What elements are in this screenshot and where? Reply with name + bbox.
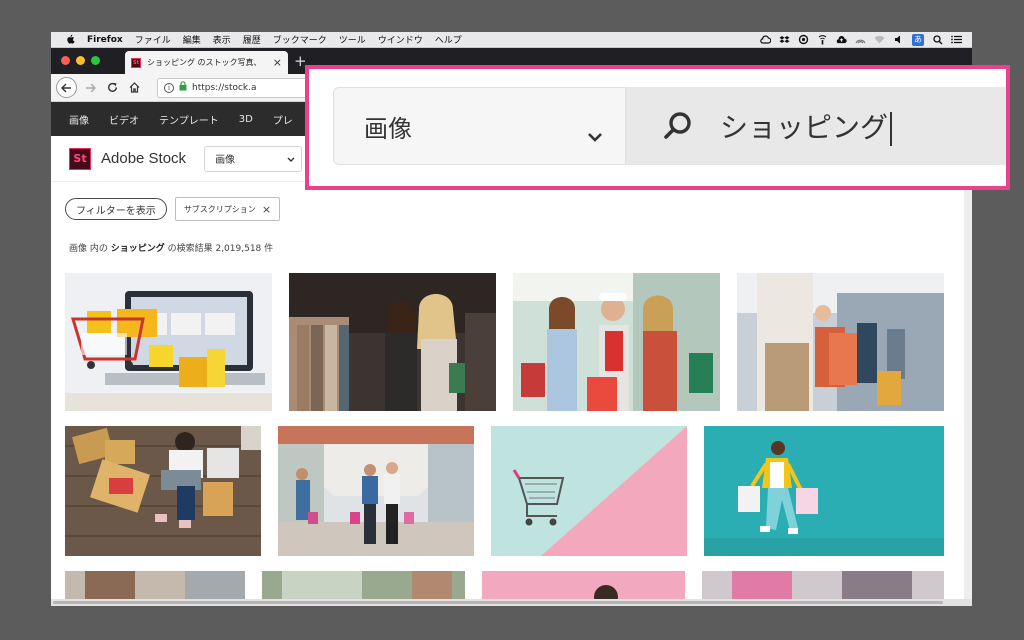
creative-cloud-icon[interactable] bbox=[760, 34, 771, 45]
nav-item-images[interactable]: 画像 bbox=[69, 112, 89, 127]
menubar-item-window[interactable]: ウインドウ bbox=[378, 33, 423, 46]
menubar-item-view[interactable]: 表示 bbox=[213, 33, 231, 46]
search-icon bbox=[662, 110, 694, 142]
result-suffix: の検索結果 2,019,518 件 bbox=[164, 244, 274, 254]
menubar-item-edit[interactable]: 編集 bbox=[183, 33, 201, 46]
menubar-app-name[interactable]: Firefox bbox=[87, 35, 123, 45]
bottom-row-image-2[interactable] bbox=[262, 571, 465, 601]
menubar-item-tools[interactable]: ツール bbox=[339, 33, 366, 46]
menubar-item-history[interactable]: 履歴 bbox=[243, 33, 261, 46]
menubar-item-bookmarks[interactable]: ブックマーク bbox=[273, 33, 327, 46]
nav-item-3d[interactable]: 3D bbox=[239, 114, 253, 125]
menubar-item-file[interactable]: ファイル bbox=[135, 33, 171, 46]
woman-bags-mall-image[interactable] bbox=[737, 273, 944, 411]
lock-icon bbox=[179, 81, 187, 94]
forward-button[interactable] bbox=[83, 78, 97, 98]
spotlight-search-icon[interactable] bbox=[932, 34, 943, 45]
chevron-down-icon bbox=[587, 120, 603, 148]
wifi-status-icon[interactable] bbox=[817, 34, 828, 45]
zoom-window-button[interactable] bbox=[91, 56, 100, 65]
filter-row: フィルターを表示 サブスクリプション × bbox=[65, 197, 281, 221]
cart-pastel-image[interactable] bbox=[491, 426, 687, 556]
zoomed-category-value: 画像 bbox=[364, 114, 412, 143]
minimize-window-button[interactable] bbox=[76, 56, 85, 65]
online-shopping-parcels-image[interactable] bbox=[65, 426, 261, 556]
home-button[interactable] bbox=[127, 78, 141, 98]
chevron-down-icon bbox=[287, 155, 295, 166]
zoom-callout: 画像 ショッピング bbox=[305, 65, 1010, 190]
text-caret bbox=[890, 112, 893, 146]
woman-running-bags-image[interactable] bbox=[704, 426, 944, 556]
tab-close-icon[interactable]: × bbox=[273, 57, 282, 68]
wifi-icon[interactable] bbox=[874, 34, 885, 45]
sync-icon[interactable] bbox=[798, 34, 809, 45]
url-text: https://stock.a bbox=[192, 82, 257, 93]
apple-menu-icon[interactable] bbox=[65, 34, 77, 46]
cloud-upload-icon[interactable] bbox=[836, 34, 847, 45]
zoomed-category-select[interactable]: 画像 bbox=[333, 87, 626, 165]
macos-menubar: Firefox ファイル 編集 表示 履歴 ブックマーク ツール ウインドウ ヘ… bbox=[51, 32, 972, 48]
adobe-stock-logo[interactable]: St bbox=[69, 147, 91, 170]
volume-icon[interactable] bbox=[893, 34, 904, 45]
dropbox-icon[interactable] bbox=[779, 34, 790, 45]
search-result-summary: 画像 内の ショッピング の検索結果 2,019,518 件 bbox=[69, 241, 273, 254]
info-icon[interactable]: i bbox=[164, 82, 174, 93]
search-query-text: ショッピング bbox=[720, 111, 889, 144]
zoomed-search-input[interactable]: ショッピング bbox=[626, 87, 1006, 165]
menubar-status-area: あ bbox=[760, 33, 962, 46]
vertical-scrollbar[interactable] bbox=[964, 182, 972, 600]
nav-item-premium[interactable]: プレ bbox=[273, 112, 293, 127]
back-button[interactable] bbox=[56, 77, 77, 98]
nav-item-video[interactable]: ビデオ bbox=[109, 112, 139, 127]
bottom-row-image-4[interactable] bbox=[702, 571, 944, 601]
zoomed-search-query: ショッピング bbox=[720, 106, 893, 146]
airdrop-icon[interactable] bbox=[855, 34, 866, 45]
mall-walking-couple-image[interactable] bbox=[278, 426, 474, 556]
window-controls bbox=[61, 56, 100, 65]
input-method-icon[interactable]: あ bbox=[912, 33, 924, 46]
notification-center-icon[interactable] bbox=[951, 34, 962, 45]
category-select-value: 画像 bbox=[215, 155, 236, 166]
subscription-chip-label: サブスクリプション bbox=[183, 204, 256, 214]
close-window-button[interactable] bbox=[61, 56, 70, 65]
shopping-carts-laptop-image[interactable] bbox=[65, 273, 272, 411]
result-query: ショッピング bbox=[110, 244, 165, 254]
reload-button[interactable] bbox=[105, 78, 119, 98]
chip-close-icon[interactable]: × bbox=[262, 203, 271, 216]
women-shopping-clothes-image[interactable] bbox=[289, 273, 496, 411]
show-filters-button[interactable]: フィルターを表示 bbox=[65, 198, 167, 220]
brand-name[interactable]: Adobe Stock bbox=[101, 150, 186, 167]
browser-tab-active[interactable]: St ショッピング のストック写真、 × bbox=[125, 51, 288, 74]
bottom-row-image-1[interactable] bbox=[65, 571, 245, 601]
category-select[interactable]: 画像 bbox=[204, 145, 303, 172]
nav-item-templates[interactable]: テンプレート bbox=[159, 112, 219, 127]
friends-shopping-bags-image[interactable] bbox=[513, 273, 720, 411]
result-prefix: 画像 内の bbox=[69, 244, 111, 254]
horizontal-scroll-thumb[interactable] bbox=[53, 601, 943, 604]
subscription-filter-chip[interactable]: サブスクリプション × bbox=[174, 197, 281, 221]
adobe-stock-favicon: St bbox=[131, 57, 141, 68]
menubar-item-help[interactable]: ヘルプ bbox=[435, 33, 462, 46]
horizontal-scrollbar[interactable] bbox=[51, 599, 972, 606]
tab-title: ショッピング のストック写真、 bbox=[147, 58, 262, 67]
bottom-row-image-3[interactable] bbox=[482, 571, 685, 601]
